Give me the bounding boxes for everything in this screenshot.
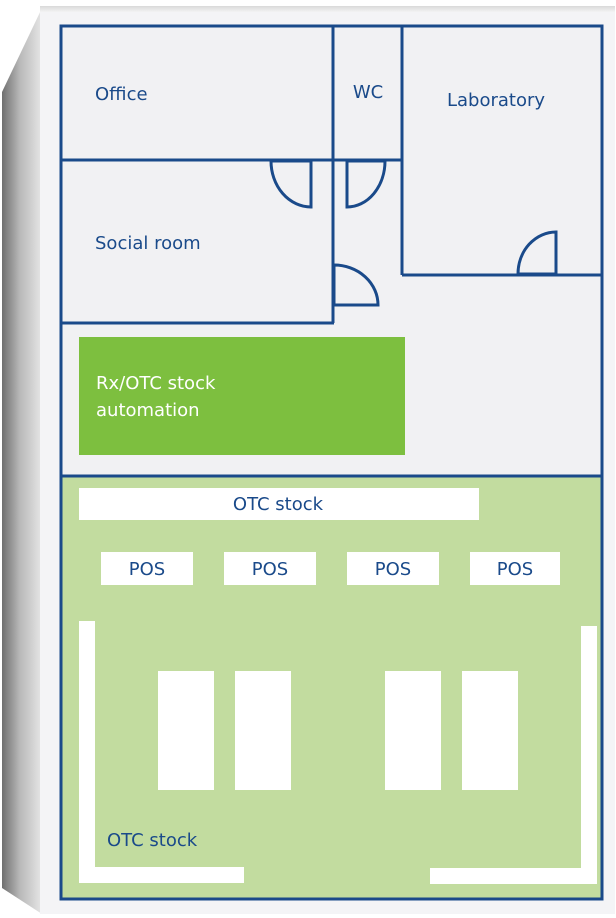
room-label-social-room: Social room: [95, 233, 201, 254]
pos-label-2: POS: [252, 559, 288, 580]
gondola-shelf-1: [158, 671, 214, 790]
otc-stock-bottom-label: OTC stock: [107, 830, 198, 851]
automation-label-line1: Rx/OTC stock: [96, 373, 216, 394]
gondola-shelf-3: [385, 671, 441, 790]
board-side-shadow: [2, 8, 42, 914]
left-wall-shelf: [79, 621, 95, 883]
room-label-wc: WC: [353, 82, 383, 103]
bottom-left-wall-shelf: [79, 867, 244, 883]
pos-label-1: POS: [129, 559, 165, 580]
board-top-edge: [40, 6, 615, 12]
room-label-laboratory: Laboratory: [447, 90, 545, 111]
gondola-shelf-2: [235, 671, 291, 790]
bottom-right-wall-shelf: [430, 868, 597, 884]
automation-block: [79, 337, 405, 455]
pos-label-4: POS: [497, 559, 533, 580]
pos-label-3: POS: [375, 559, 411, 580]
otc-stock-top-label: OTC stock: [233, 494, 324, 515]
pharmacy-floor-plan: Rx/OTC stock automation OTC stock POS PO…: [2, 6, 615, 914]
room-label-office: Office: [95, 84, 148, 105]
right-wall-shelf: [581, 626, 597, 884]
gondola-shelf-4: [462, 671, 518, 790]
automation-label-line2: automation: [96, 400, 200, 421]
